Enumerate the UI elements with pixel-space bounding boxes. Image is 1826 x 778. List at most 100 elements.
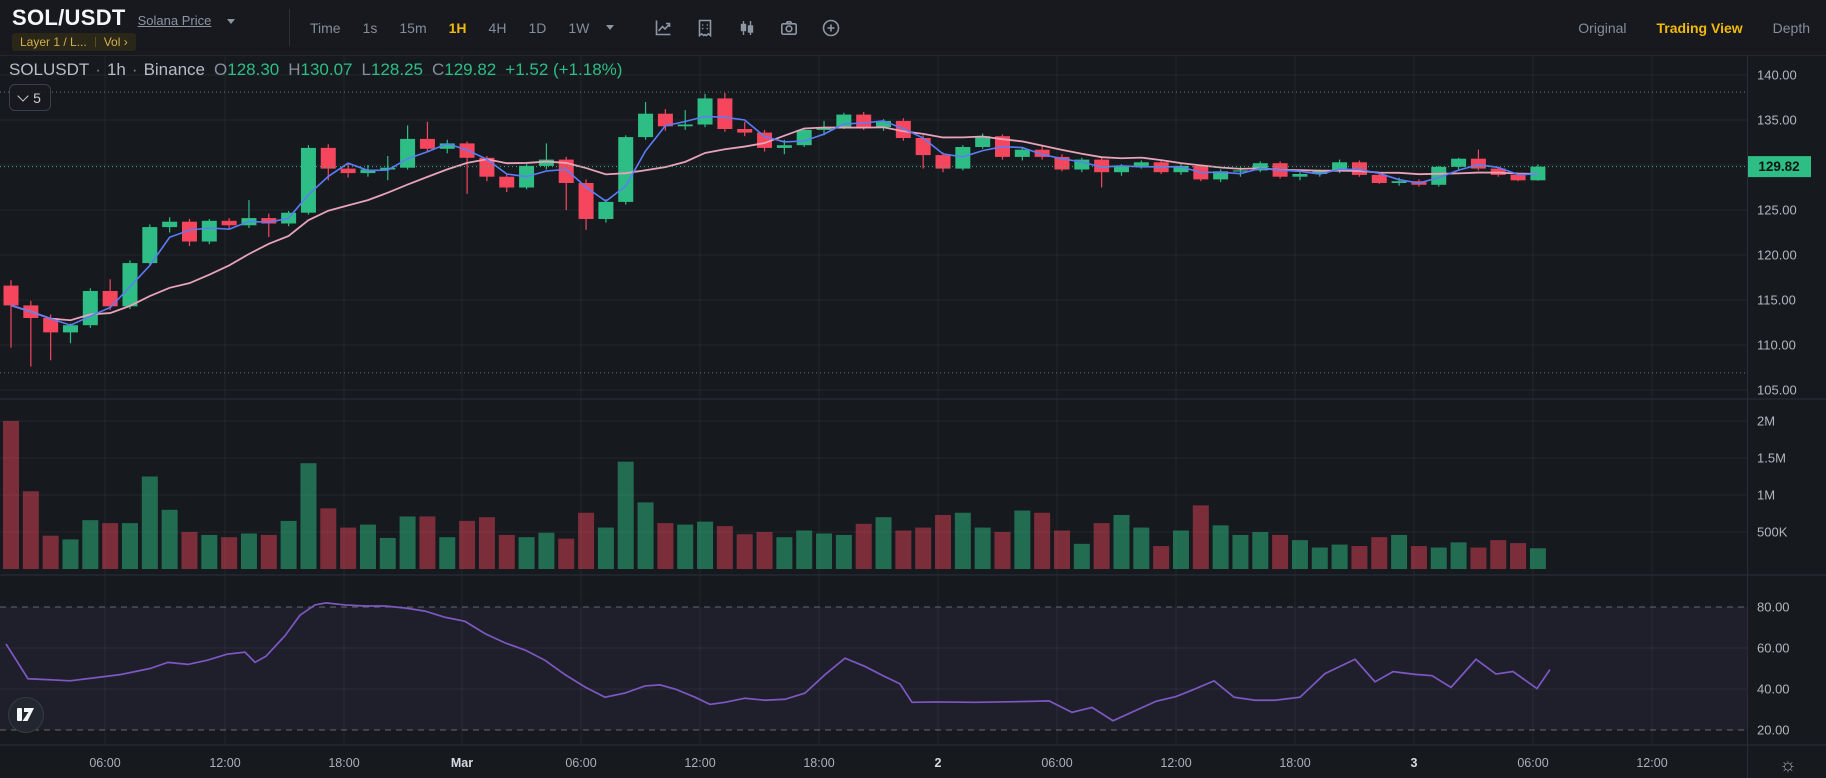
indicators-collapse-button[interactable]: 5 bbox=[9, 84, 51, 111]
volume-bar bbox=[82, 520, 98, 569]
trading-page: { "header": { "symbol": "SOL/USDT", "sym… bbox=[0, 0, 1826, 778]
interval-1h[interactable]: 1H bbox=[438, 20, 478, 36]
volume-bar bbox=[776, 537, 792, 569]
candle-down bbox=[579, 183, 594, 219]
theme-toggle-sun-icon[interactable]: ☼ bbox=[1779, 755, 1796, 776]
volume-bar bbox=[1411, 546, 1427, 569]
candle-up bbox=[698, 98, 713, 124]
volume-bar bbox=[717, 526, 733, 569]
candle-down bbox=[1352, 162, 1367, 175]
legend-exchange: Binance bbox=[144, 60, 205, 80]
tag-vol[interactable]: Vol › bbox=[96, 33, 136, 51]
chart-canvas[interactable]: 140.00135.00125.00120.00115.00110.00105.… bbox=[0, 55, 1826, 778]
time-axis-label: 12:00 bbox=[1636, 756, 1667, 770]
legend-close: C129.82 bbox=[432, 60, 496, 80]
oscillator-band bbox=[0, 607, 1747, 730]
tab-original[interactable]: Original bbox=[1578, 20, 1626, 36]
candles-icon[interactable] bbox=[737, 18, 757, 38]
candle-up bbox=[1015, 150, 1030, 157]
interval-15m[interactable]: 15m bbox=[388, 20, 437, 36]
chart-legend: SOLUSDT · 1h · Binance O128.30 H130.07 L… bbox=[9, 60, 622, 80]
volume-bar bbox=[757, 532, 773, 569]
candle-down bbox=[856, 115, 871, 128]
volume-bar bbox=[975, 528, 991, 569]
volume-bar bbox=[1193, 505, 1209, 569]
volume-bar bbox=[181, 532, 197, 569]
volume-bar bbox=[300, 463, 316, 569]
volume-bar bbox=[1451, 542, 1467, 569]
interval-time[interactable]: Time bbox=[299, 20, 352, 36]
candle-up bbox=[777, 145, 792, 148]
volume-axis-label: 2M bbox=[1757, 414, 1775, 429]
candle-up bbox=[598, 202, 613, 219]
time-axis-label: 18:00 bbox=[1279, 756, 1310, 770]
time-axis-label: 2 bbox=[935, 756, 942, 770]
data-sheet-icon[interactable] bbox=[695, 18, 715, 38]
volume-bar bbox=[796, 531, 812, 569]
last-price-label: 129.82 bbox=[1758, 159, 1799, 174]
camera-icon[interactable] bbox=[779, 18, 799, 38]
time-axis-label: Mar bbox=[451, 756, 473, 770]
legend-separator: · bbox=[95, 60, 101, 80]
indicators-count: 5 bbox=[33, 90, 41, 106]
time-axis-label: 12:00 bbox=[209, 756, 240, 770]
price-axis-label: 140.00 bbox=[1757, 68, 1797, 83]
volume-bar bbox=[142, 477, 158, 570]
volume-bar bbox=[62, 539, 78, 569]
volume-bar bbox=[816, 533, 832, 569]
volume-bar bbox=[1490, 540, 1506, 569]
time-axis-label: 3 bbox=[1411, 756, 1418, 770]
chart-header: SOL/USDT Solana Price Layer 1 / L... Vol… bbox=[0, 0, 1826, 56]
tradingview-logo[interactable] bbox=[9, 698, 44, 733]
tag-category[interactable]: Layer 1 / L... bbox=[12, 33, 95, 51]
volume-bar bbox=[895, 531, 911, 569]
volume-bar bbox=[538, 533, 554, 569]
volume-bar bbox=[1252, 532, 1268, 569]
volume-bar bbox=[1153, 546, 1169, 569]
time-axis-label: 06:00 bbox=[1517, 756, 1548, 770]
candle-down bbox=[1511, 175, 1526, 180]
time-axis[interactable]: 06:0012:0018:00Mar06:0012:0018:00206:001… bbox=[89, 756, 1667, 770]
volume-bar bbox=[340, 528, 356, 569]
time-axis-label: 06:00 bbox=[1041, 756, 1072, 770]
candle-down bbox=[1471, 159, 1486, 169]
line-chart-icon[interactable] bbox=[653, 18, 673, 38]
candle-up bbox=[678, 125, 693, 127]
add-circle-icon[interactable] bbox=[821, 18, 841, 38]
symbol-dropdown-caret-icon[interactable] bbox=[227, 19, 235, 24]
tab-depth[interactable]: Depth bbox=[1773, 20, 1810, 36]
interval-1d[interactable]: 1D bbox=[517, 20, 557, 36]
volume-bar bbox=[102, 523, 118, 569]
volume-bar bbox=[1232, 535, 1248, 569]
volume-bar bbox=[1094, 523, 1110, 569]
interval-1w[interactable]: 1W bbox=[557, 20, 600, 36]
symbol-info-link[interactable]: Solana Price bbox=[138, 13, 212, 28]
volume-bar bbox=[697, 522, 713, 569]
candle-down bbox=[916, 138, 931, 155]
volume-bar bbox=[320, 508, 336, 569]
candle-up bbox=[797, 130, 812, 145]
volume-bar bbox=[876, 517, 892, 569]
candle-down bbox=[420, 139, 435, 149]
candle-down bbox=[222, 221, 237, 226]
interval-dropdown-caret-icon[interactable] bbox=[606, 25, 614, 30]
interval-1s[interactable]: 1s bbox=[352, 20, 389, 36]
volume-bar bbox=[1133, 528, 1149, 569]
candle-down bbox=[717, 98, 732, 129]
legend-separator: · bbox=[132, 60, 138, 80]
volume-bar bbox=[558, 539, 574, 569]
volume-bar bbox=[1371, 537, 1387, 569]
volume-bar bbox=[657, 523, 673, 569]
candle-up bbox=[162, 222, 177, 227]
volume-bar bbox=[380, 538, 396, 569]
volume-bar bbox=[915, 528, 931, 569]
volume-bar bbox=[1312, 548, 1328, 569]
volume-axis-label: 500K bbox=[1757, 525, 1788, 540]
candle-down bbox=[4, 286, 19, 306]
tab-trading-view[interactable]: Trading View bbox=[1657, 20, 1743, 36]
volume-bar bbox=[737, 534, 753, 569]
volume-bar bbox=[43, 536, 59, 569]
candle-up bbox=[836, 115, 851, 128]
interval-4h[interactable]: 4H bbox=[478, 20, 518, 36]
legend-high: H130.07 bbox=[288, 60, 352, 80]
